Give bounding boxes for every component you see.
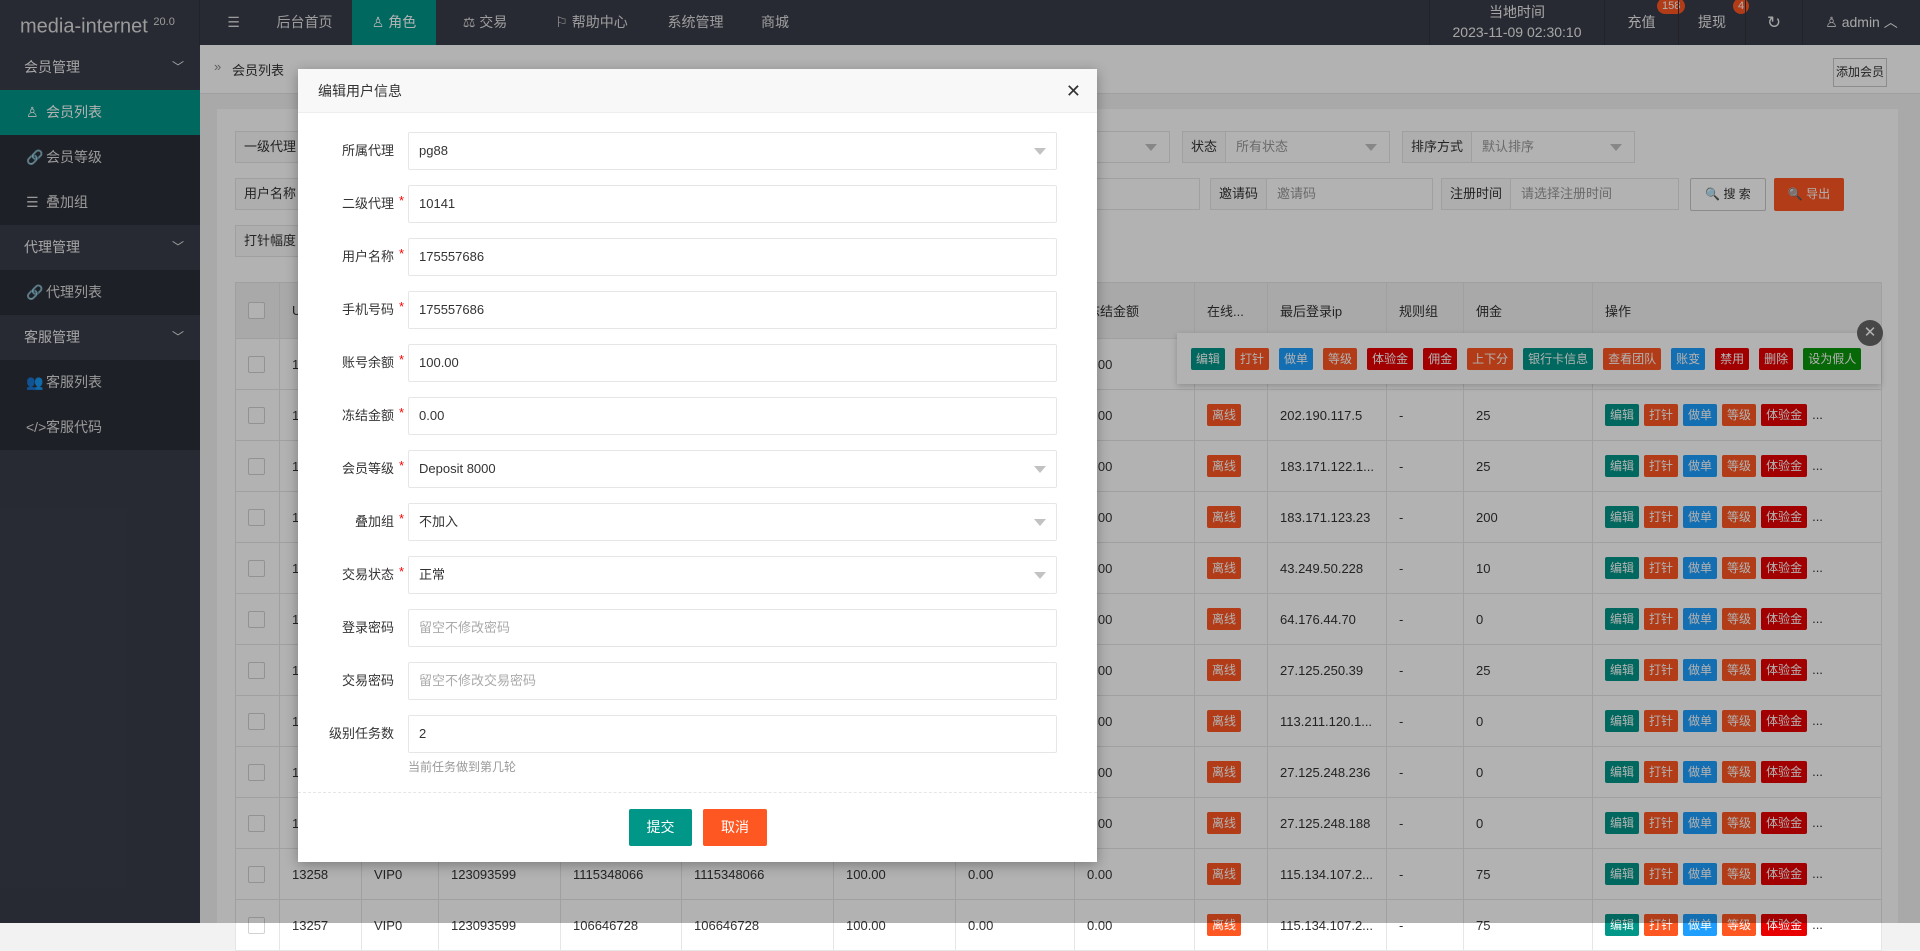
- field-label: 用户名称 *: [341, 238, 404, 276]
- submit-button[interactable]: 提交: [629, 809, 692, 846]
- label-text: 所属代理: [341, 143, 394, 158]
- label-text: 手机号码: [341, 302, 394, 317]
- field-value: 175557686: [419, 302, 485, 317]
- caret-down-icon: [1034, 519, 1046, 526]
- field-input[interactable]: 0.00: [408, 397, 1057, 435]
- field-label: 叠加组 *: [354, 503, 404, 541]
- form-row: 交易密码 留空不修改交易密码: [298, 662, 1097, 700]
- form-row: 级别任务数 2: [298, 715, 1097, 753]
- form-row: 用户名称 * 175557686: [298, 238, 1097, 276]
- field-label: 账号余额 *: [341, 344, 404, 382]
- task-hint: 当前任务做到第几轮: [408, 760, 517, 774]
- field-label: 冻结金额 *: [341, 397, 404, 435]
- field-value: 2: [419, 726, 427, 741]
- label-text: 账号余额: [341, 355, 394, 370]
- form-row: 登录密码 留空不修改密码: [298, 609, 1097, 647]
- label-text: 级别任务数: [328, 726, 394, 741]
- field-label: 交易状态 *: [341, 556, 404, 594]
- field-value: 100.00: [419, 355, 459, 370]
- field-value: 0.00: [419, 408, 445, 423]
- field-input[interactable]: 2: [408, 715, 1057, 753]
- label-text: 冻结金额: [341, 408, 394, 423]
- field-value: 10141: [419, 196, 456, 211]
- required-mark: *: [398, 564, 404, 579]
- required-mark: *: [398, 405, 404, 420]
- label-text: 二级代理: [341, 196, 394, 211]
- field-value: pg88: [419, 143, 448, 158]
- divider: [298, 792, 1097, 793]
- field-label: 登录密码: [342, 609, 394, 647]
- field-value: Deposit 8000: [419, 461, 496, 476]
- edit-user-modal: 编辑用户信息 ✕ 所属代理 pg88 二级代理 * 10141 用户名称 * 175557686…: [298, 69, 1097, 862]
- field-input[interactable]: 留空不修改密码: [408, 609, 1057, 647]
- form-row: 冻结金额 * 0.00: [298, 397, 1097, 435]
- field-placeholder: 留空不修改密码: [419, 620, 511, 635]
- required-mark: *: [398, 193, 404, 208]
- form-row: 交易状态 * 正常: [298, 556, 1097, 594]
- required-mark: *: [398, 458, 404, 473]
- field-placeholder: 留空不修改交易密码: [419, 673, 537, 688]
- field-value: 175557686: [419, 249, 485, 264]
- label-text: 用户名称: [341, 249, 394, 264]
- required-mark: *: [398, 352, 404, 367]
- form-row: 二级代理 * 10141: [298, 185, 1097, 223]
- field-value: 正常: [419, 567, 446, 582]
- form-row: 会员等级 * Deposit 8000: [298, 450, 1097, 488]
- form-row: 叠加组 * 不加入: [298, 503, 1097, 541]
- label-text: 交易状态: [341, 567, 394, 582]
- field-label: 手机号码 *: [341, 291, 404, 329]
- label-text: 登录密码: [341, 620, 394, 635]
- form-row: 手机号码 * 175557686: [298, 291, 1097, 329]
- field-select[interactable]: 不加入: [408, 503, 1057, 541]
- cancel-button[interactable]: 取消: [703, 809, 767, 846]
- field-input[interactable]: 175557686: [408, 238, 1057, 276]
- field-select[interactable]: 正常: [408, 556, 1057, 594]
- field-label: 交易密码: [342, 662, 394, 700]
- label-text: 会员等级: [341, 461, 394, 476]
- required-mark: *: [398, 299, 404, 314]
- field-input[interactable]: 100.00: [408, 344, 1057, 382]
- label-text: 交易密码: [341, 673, 394, 688]
- field-input[interactable]: 10141: [408, 185, 1057, 223]
- field-value: 不加入: [419, 514, 459, 529]
- field-label: 所属代理: [342, 132, 394, 170]
- form-row: 所属代理 pg88: [298, 132, 1097, 170]
- field-label: 会员等级 *: [341, 450, 404, 488]
- close-icon[interactable]: ✕: [1066, 69, 1081, 113]
- field-select[interactable]: pg88: [408, 132, 1057, 170]
- field-select[interactable]: Deposit 8000: [408, 450, 1057, 488]
- field-label: 级别任务数: [329, 715, 394, 753]
- modal-title: 编辑用户信息: [318, 83, 402, 99]
- caret-down-icon: [1034, 572, 1046, 579]
- caret-down-icon: [1034, 148, 1046, 155]
- caret-down-icon: [1034, 466, 1046, 473]
- required-mark: *: [398, 246, 404, 261]
- label-text: 叠加组: [354, 514, 394, 529]
- required-mark: *: [398, 511, 404, 526]
- form-row: 账号余额 * 100.00: [298, 344, 1097, 382]
- field-input[interactable]: 175557686: [408, 291, 1057, 329]
- field-label: 二级代理 *: [341, 185, 404, 223]
- field-input[interactable]: 留空不修改交易密码: [408, 662, 1057, 700]
